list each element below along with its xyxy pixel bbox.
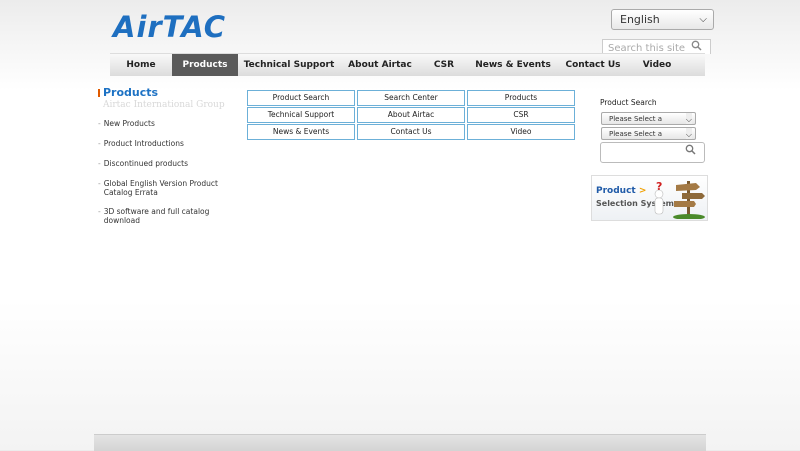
chevron-down-icon: ⌵: [685, 128, 692, 139]
nav-csr[interactable]: CSR: [420, 54, 468, 76]
category-select-2[interactable]: Please Select a Category ⌵: [601, 127, 696, 140]
bullet-icon: -: [98, 179, 101, 188]
language-value: English: [620, 13, 660, 26]
thinking-figure-icon: ?: [654, 180, 664, 215]
main-nav: Home Products Technical Support About Ai…: [110, 53, 705, 76]
sidebar-link-discontinued[interactable]: - Discontinued products: [98, 159, 228, 168]
bullet-icon: -: [98, 159, 101, 168]
grid-button-contact-us[interactable]: Contact Us: [357, 124, 465, 140]
grid-button-products[interactable]: Products: [467, 90, 575, 106]
banner-title-text: Product: [596, 186, 636, 196]
category-select-1-value: Please Select a Category: [609, 115, 663, 123]
grid-button-video[interactable]: Video: [467, 124, 575, 140]
chevron-down-icon: ⌵: [699, 14, 707, 25]
grid-button-about-airtac[interactable]: About Airtac: [357, 107, 465, 123]
search-icon[interactable]: [685, 144, 696, 158]
banner-arrow: >: [638, 186, 647, 196]
sidebar-subtitle: Airtac International Group: [103, 100, 225, 110]
grid-button-technical-support[interactable]: Technical Support: [247, 107, 355, 123]
nav-home[interactable]: Home: [110, 54, 172, 76]
chevron-down-icon: ⌵: [685, 113, 692, 124]
nav-about-airtac[interactable]: About Airtac: [340, 54, 420, 76]
sidebar-link-product-introductions[interactable]: - Product Introductions: [98, 139, 228, 148]
nav-technical-support[interactable]: Technical Support: [238, 54, 340, 76]
banner-title: Product >: [596, 186, 646, 196]
category-select-2-value: Please Select a Category: [609, 130, 663, 138]
section-marker: [98, 89, 100, 97]
bullet-icon: -: [98, 207, 101, 216]
category-select-1[interactable]: Please Select a Category ⌵: [601, 112, 696, 125]
logo-text: AirTAC: [113, 10, 227, 44]
sidebar-link-catalog-errata[interactable]: - Global English Version Product Catalog …: [98, 179, 228, 197]
language-select[interactable]: English ⌵: [611, 9, 714, 30]
search-icon[interactable]: [691, 40, 702, 54]
site-search-input[interactable]: Search this site: [602, 39, 711, 54]
signpost-icon: [673, 181, 705, 219]
sidebar-link-3d-software[interactable]: -3D software and full catalog download: [98, 207, 228, 225]
product-selection-banner[interactable]: Product > Selection System ?: [591, 175, 708, 221]
airtac-logo[interactable]: AirTAC: [113, 10, 227, 44]
sidebar-link-new-products[interactable]: - New Products: [98, 119, 228, 128]
sidebar-title: Products: [103, 86, 159, 99]
product-search-input[interactable]: [600, 142, 705, 163]
grid-button-csr[interactable]: CSR: [467, 107, 575, 123]
grid-button-product-search[interactable]: Product Search: [247, 90, 355, 106]
nav-products[interactable]: Products: [172, 54, 238, 76]
grid-button-news-events[interactable]: News & Events: [247, 124, 355, 140]
nav-video[interactable]: Video: [628, 54, 686, 76]
nav-contact-us[interactable]: Contact Us: [558, 54, 628, 76]
bullet-icon: -: [98, 139, 101, 148]
grid-button-search-center[interactable]: Search Center: [357, 90, 465, 106]
footer-bar: [94, 434, 706, 451]
nav-news-events[interactable]: News & Events: [468, 54, 558, 76]
product-search-label: Product Search: [600, 98, 657, 107]
bullet-icon: -: [98, 119, 101, 128]
